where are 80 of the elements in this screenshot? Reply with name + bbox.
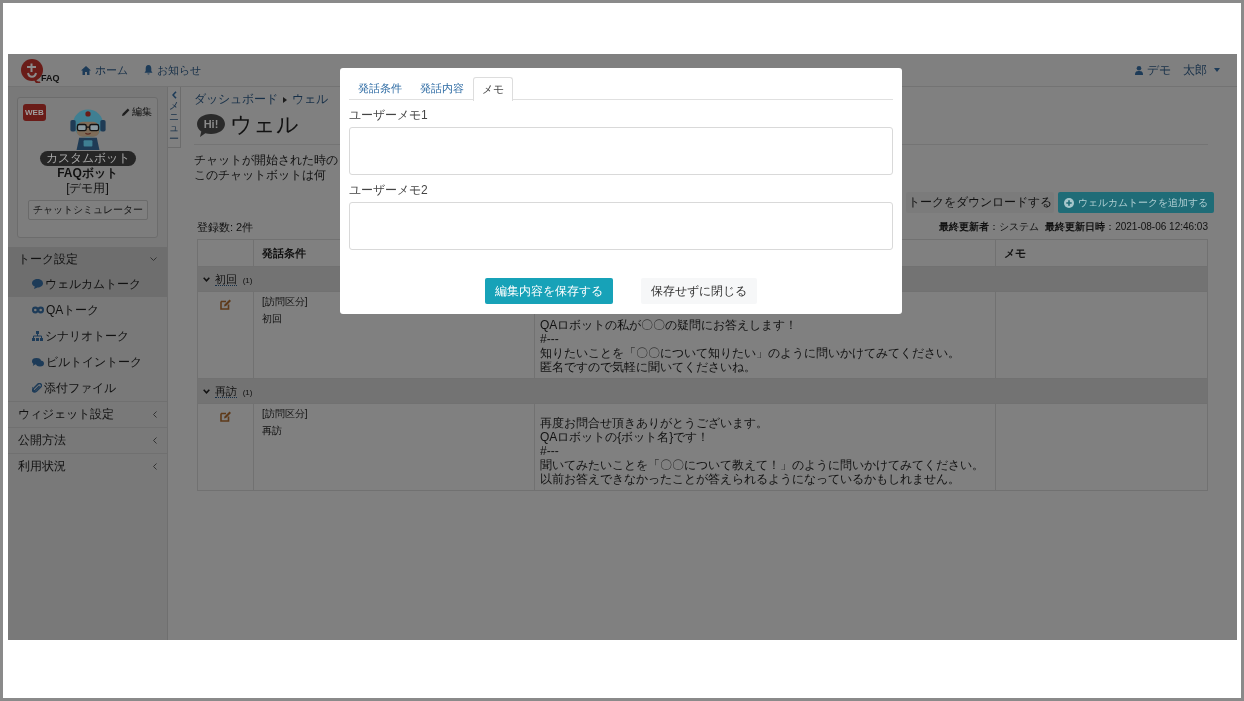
pencil-icon <box>122 108 130 116</box>
menu-item[interactable]: ウェルカムトーク <box>8 271 167 297</box>
chevron-down-icon <box>203 388 210 394</box>
breadcrumb-link[interactable]: ダッシュボード <box>194 91 278 108</box>
chevron-left-icon <box>153 411 157 418</box>
chevron-left-icon <box>153 463 157 470</box>
message-line: #--- <box>540 444 559 458</box>
condition-value: 再訪 <box>262 424 282 437</box>
chevron-down-icon <box>150 257 157 261</box>
plus-circle-icon <box>1064 197 1074 208</box>
menu-item[interactable]: QAトーク <box>8 297 167 323</box>
user-icon <box>1135 65 1143 75</box>
message-line: QAロボットの{ボット名}です！ <box>540 430 710 444</box>
message-line: #--- <box>540 332 559 346</box>
user-menu[interactable]: デモ 太郎 <box>1135 61 1220 79</box>
condition-value: 初回 <box>262 312 282 325</box>
column-header: メモ <box>995 239 1208 267</box>
tab[interactable]: 発話内容 <box>411 77 473 100</box>
condition-label: [訪問区分] <box>262 295 308 308</box>
hi-speech-bubble: Hi! <box>197 113 225 137</box>
home-icon <box>80 65 91 75</box>
paperclip-icon <box>32 383 42 393</box>
record-count: 登録数: 2件 <box>197 219 254 235</box>
menu-section[interactable]: トーク設定 <box>8 247 167 271</box>
speech-bubble-icon <box>32 279 43 289</box>
save-button[interactable]: 編集内容を保存する <box>485 278 613 304</box>
group-header-row[interactable]: 再訪 (1) <box>197 378 1208 404</box>
caret-down-icon <box>1214 68 1220 72</box>
message-line: 聞いてみたいことを「〇〇について教えて！」のように問いかけてみてください。 <box>540 458 984 472</box>
simulator-button[interactable]: チャットシミュレーター <box>27 200 148 220</box>
chevron-down-icon <box>203 276 210 282</box>
message-line: 再度お問合せ頂きありがとうございます。 <box>540 416 768 430</box>
message-line: 匿名ですので気軽に聞いてくださいね。 <box>540 360 756 374</box>
chat-bubbles-icon <box>32 306 44 314</box>
memo-field[interactable] <box>349 127 893 175</box>
field-label: ユーザーメモ1 <box>349 108 428 122</box>
group-label: 再訪 <box>215 384 238 398</box>
menu-section[interactable]: 利用状況 <box>8 453 167 479</box>
nav-link[interactable]: お知らせ <box>143 62 201 78</box>
bot-note: [デモ用] <box>66 181 109 195</box>
breadcrumb-link[interactable]: ウェル <box>292 91 328 108</box>
field-label: ユーザーメモ2 <box>349 183 428 197</box>
sitemap-icon <box>32 331 43 341</box>
menu-section[interactable]: ウィジェット設定 <box>8 401 167 427</box>
description-text: チャットが開始された時の <box>194 153 338 168</box>
tab[interactable]: メモ <box>473 77 513 101</box>
menu-item[interactable]: 添付ファイル <box>8 375 167 401</box>
last-updated-at: 最終更新日時：2021-08-06 12:46:03 <box>1045 220 1208 234</box>
web-badge: WEB <box>23 104 46 121</box>
logo-text: FAQ <box>41 73 60 83</box>
bot-name: FAQボット <box>57 166 118 181</box>
chevron-left-icon <box>153 437 157 444</box>
menu-item[interactable]: ビルトイントーク <box>8 349 167 375</box>
message-line: 知りたいことを「〇〇について知りたい」のように問いかけてみてください。 <box>540 346 960 360</box>
tab[interactable]: 発話条件 <box>349 77 411 100</box>
message-line: 以前お答えできなかったことが答えられるようになっているかもしれません。 <box>540 472 960 486</box>
bot-type-badge: カスタムボット <box>39 151 136 166</box>
last-updated-by: 最終更新者：システム <box>939 220 1040 234</box>
menu-section[interactable]: 公開方法 <box>8 427 167 453</box>
memo-field[interactable] <box>349 202 893 250</box>
caret-right-icon <box>283 96 287 103</box>
edit-icon[interactable] <box>220 411 231 422</box>
condition-label: [訪問区分] <box>262 407 308 420</box>
bell-icon <box>143 65 153 75</box>
nav-link[interactable]: ホーム <box>80 62 128 78</box>
menu-toggle-tab[interactable]: メニュー <box>168 87 181 148</box>
description-text: このチャットボットは何 <box>194 168 326 183</box>
add-button[interactable]: ウェルカムトークを追加する <box>1058 192 1214 213</box>
message-line: QAロボットの私が〇〇の疑問にお答えします！ <box>540 318 798 332</box>
comments-icon <box>32 357 44 367</box>
chevron-left-icon <box>171 91 177 99</box>
download-button[interactable]: トークをダウンロードする <box>906 192 1054 213</box>
group-count: (1) <box>242 387 253 397</box>
group-count: (1) <box>242 275 253 285</box>
page-title: ウェル <box>230 111 299 139</box>
group-label: 初回 <box>215 272 238 286</box>
edit-link[interactable]: 編集 <box>122 105 152 119</box>
close-button[interactable]: 保存せずに閉じる <box>641 278 757 304</box>
menu-item[interactable]: シナリオトーク <box>8 323 167 349</box>
edit-icon[interactable] <box>220 299 231 310</box>
